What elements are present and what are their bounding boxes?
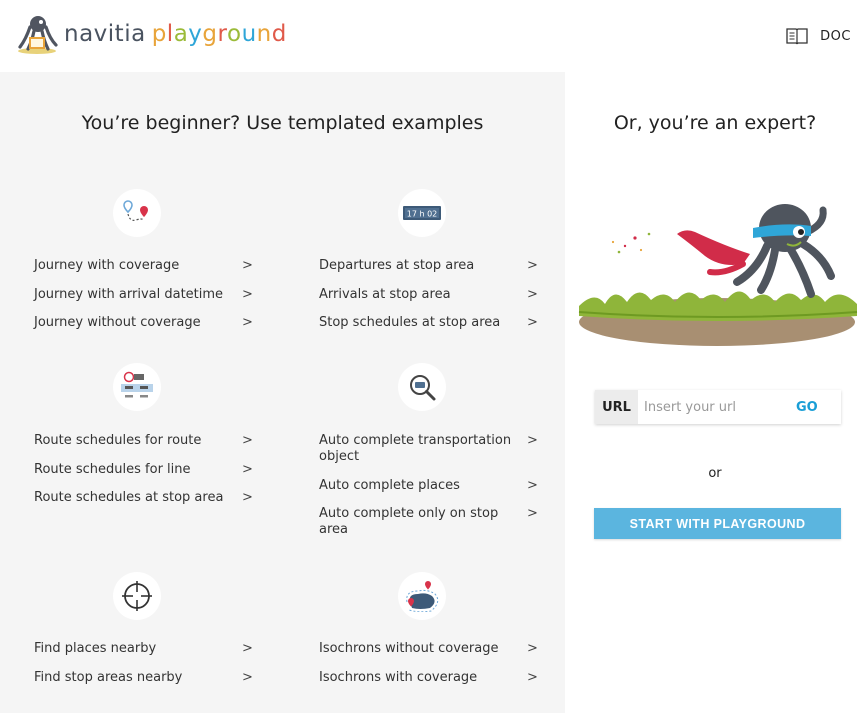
go-button[interactable]: GO: [796, 400, 818, 415]
chevron-right-icon[interactable]: >: [242, 433, 253, 449]
octopus-hero-illustration: [578, 204, 858, 346]
journey-icon: [113, 189, 161, 237]
chevron-right-icon[interactable]: >: [527, 670, 538, 686]
chevron-right-icon[interactable]: >: [242, 641, 253, 657]
logo-letter: u: [241, 20, 257, 47]
chevron-right-icon[interactable]: >: [242, 287, 253, 303]
logo-letter: p: [151, 20, 167, 47]
example-route-schedules-at-stop-area[interactable]: Route schedules at stop area: [34, 490, 223, 506]
url-input[interactable]: [638, 390, 788, 424]
chevron-right-icon[interactable]: >: [242, 462, 253, 478]
logo-letter: r: [217, 20, 227, 47]
logo-letter: g: [202, 20, 218, 47]
expert-title: Or, you’re an expert?: [613, 112, 817, 134]
book-icon: [786, 28, 808, 45]
example-isochrons-without-coverage[interactable]: Isochrons without coverage: [319, 641, 498, 657]
logo-letter: n: [256, 20, 272, 47]
isochron-icon: [398, 572, 446, 620]
url-bar: URL GO: [595, 390, 841, 424]
logo-letter: d: [271, 20, 287, 47]
templated-examples-panel: You’re beginner? Use templated examples …: [0, 72, 565, 713]
example-route-schedules-for-route[interactable]: Route schedules for route: [34, 433, 201, 449]
chevron-right-icon[interactable]: >: [527, 641, 538, 657]
logo-wordmark: navitia playground: [64, 20, 287, 47]
example-stop-schedules-at-stop-area[interactable]: Stop schedules at stop area: [319, 315, 500, 331]
example-route-schedules-for-line[interactable]: Route schedules for line: [34, 462, 191, 478]
example-journey-without-coverage[interactable]: Journey without coverage: [34, 315, 201, 331]
logo-letter: a: [173, 20, 189, 47]
example-journey-with-arrival-datetime[interactable]: Journey with arrival datetime: [34, 287, 223, 303]
header: navitia playground DOC: [0, 0, 865, 72]
autocomplete-search-icon: [398, 363, 446, 411]
chevron-right-icon[interactable]: >: [527, 433, 538, 449]
example-journey-with-coverage[interactable]: Journey with coverage: [34, 258, 179, 274]
chevron-right-icon[interactable]: >: [242, 315, 253, 331]
logo-playground-text: playground: [152, 21, 287, 47]
crosshair-icon: [113, 572, 161, 620]
doc-link[interactable]: DOC: [786, 27, 851, 45]
url-label: URL: [595, 390, 638, 424]
example-auto-complete-only-on-stop-area[interactable]: Auto complete only on stop area: [319, 506, 519, 538]
chevron-right-icon[interactable]: >: [527, 258, 538, 274]
chevron-right-icon[interactable]: >: [242, 670, 253, 686]
logo-letter: y: [188, 20, 203, 47]
example-find-places-nearby[interactable]: Find places nearby: [34, 641, 156, 657]
chevron-right-icon[interactable]: >: [527, 478, 538, 494]
logo-letter: l: [166, 20, 174, 47]
example-auto-complete-places[interactable]: Auto complete places: [319, 478, 460, 494]
example-find-stop-areas-nearby[interactable]: Find stop areas nearby: [34, 670, 182, 686]
or-separator: or: [708, 466, 722, 481]
route-schedule-icon: [113, 363, 161, 411]
navitia-logo[interactable]: navitia playground: [16, 12, 287, 56]
example-departures-at-stop-area[interactable]: Departures at stop area: [319, 258, 474, 274]
templated-examples-title: You’re beginner? Use templated examples: [81, 112, 484, 134]
example-isochrons-with-coverage[interactable]: Isochrons with coverage: [319, 670, 477, 686]
chevron-right-icon[interactable]: >: [242, 258, 253, 274]
chevron-right-icon[interactable]: >: [242, 490, 253, 506]
example-auto-complete-transportation-object[interactable]: Auto complete transportation object: [319, 433, 519, 465]
departures-board-text: 17 h 02: [407, 210, 438, 219]
chevron-right-icon[interactable]: >: [527, 287, 538, 303]
example-arrivals-at-stop-area[interactable]: Arrivals at stop area: [319, 287, 451, 303]
start-with-playground-button[interactable]: START WITH PLAYGROUND: [594, 508, 841, 539]
logo-navitia-text: navitia: [64, 20, 146, 47]
octopus-mascot-icon: [18, 16, 58, 54]
logo-letter: o: [226, 20, 242, 47]
chevron-right-icon[interactable]: >: [527, 315, 538, 331]
chevron-right-icon[interactable]: >: [527, 506, 538, 522]
expert-panel: Or, you’re an expert? URL GO or START WI…: [565, 72, 865, 713]
doc-label: DOC: [820, 28, 851, 44]
departures-board-icon: 17 h 02: [398, 189, 446, 237]
